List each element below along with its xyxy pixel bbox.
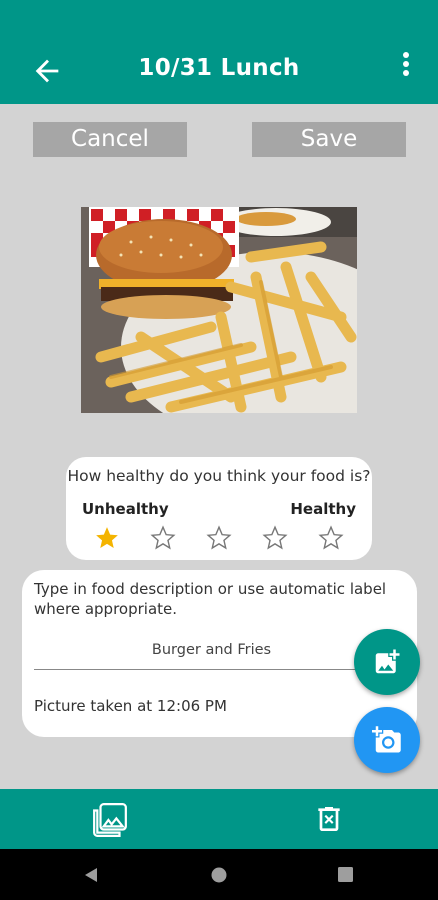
more-vert-icon[interactable] — [396, 50, 416, 80]
save-button[interactable]: Save — [252, 122, 406, 157]
rating-question: How healthy do you think your food is? — [67, 467, 371, 485]
bottom-bar — [0, 789, 438, 849]
description-prompt: Type in food description or use automati… — [34, 580, 387, 618]
photo-library-icon[interactable] — [91, 801, 129, 839]
status-bar — [0, 0, 438, 28]
food-description-input[interactable] — [34, 630, 389, 670]
add-photo-icon — [375, 649, 400, 674]
star-icon-5[interactable] — [318, 525, 344, 551]
system-nav-bar — [0, 849, 438, 900]
page-title: 10/31 Lunch — [138, 55, 300, 81]
delete-icon[interactable] — [313, 801, 345, 837]
nav-back-icon[interactable] — [82, 866, 100, 884]
star-icon-1[interactable] — [94, 525, 120, 551]
health-rating-card: How healthy do you think your food is? U… — [66, 457, 372, 560]
picture-taken-time: Picture taken at 12:06 PM — [34, 697, 227, 715]
unhealthy-label: Unhealthy — [82, 500, 169, 518]
food-photo — [81, 207, 357, 413]
app-bar: 10/31 Lunch — [0, 28, 438, 104]
star-icon-2[interactable] — [150, 525, 176, 551]
healthy-label: Healthy — [290, 500, 356, 518]
star-icon-4[interactable] — [262, 525, 288, 551]
nav-home-icon[interactable] — [210, 866, 228, 884]
nav-recents-icon[interactable] — [337, 866, 354, 883]
take-photo-button[interactable] — [354, 707, 420, 773]
add-photo-button[interactable] — [354, 629, 420, 695]
cancel-button[interactable]: Cancel — [33, 122, 187, 157]
add-a-photo-icon — [372, 726, 401, 753]
star-icon-3[interactable] — [206, 525, 232, 551]
